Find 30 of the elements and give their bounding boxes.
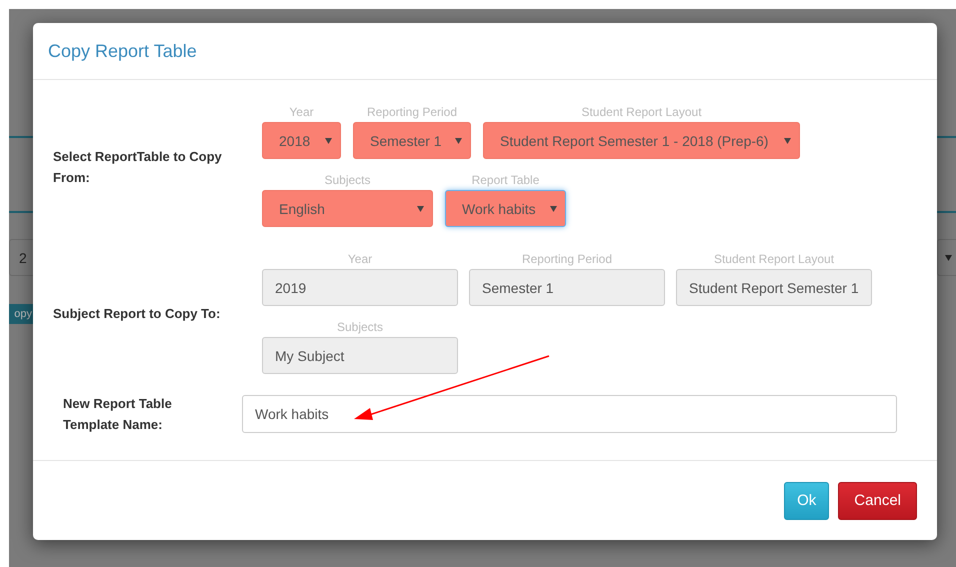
section-label: Select ReportTable to Copy From: [53,148,223,186]
caret-icon [417,206,424,212]
field-label: Student Report Layout [581,106,702,118]
readonly-field: My Subject [262,337,458,374]
dropdown[interactable]: Work habits [445,190,566,227]
field-label: New Report Table Template Name: [62,395,173,434]
readonly-field: Student Report Semester 1 [676,269,872,306]
name-input[interactable]: Work habits [242,395,897,433]
field-label: Subjects [336,321,384,333]
ok-button[interactable]: Ok [784,482,830,520]
caret-icon [455,138,462,144]
dropdown[interactable]: English [262,190,433,227]
field-label: Reporting Period [522,253,612,265]
dropdown[interactable]: Semester 1 [353,122,471,159]
field-label: Year [348,253,372,265]
dialog-title: Copy Report Table [48,40,197,62]
field-label: Student Report Layout [714,253,834,265]
readonly-field: 2019 [262,269,458,306]
field-label: Year [289,106,314,118]
field-label: Report Table [472,174,540,186]
cancel-button[interactable]: Cancel [838,482,917,520]
field-label: Reporting Period [366,106,458,118]
dropdown[interactable]: Student Report Semester 1 - 2018 (Prep-6) [483,122,800,159]
dropdown[interactable]: 2018 [262,122,341,159]
caret-icon [784,138,791,144]
caret-icon [550,206,557,212]
readonly-field: Semester 1 [469,269,665,306]
field-label: Subjects [324,174,371,186]
section-label: Subject Report to Copy To: [53,305,222,323]
caret-icon [325,138,332,144]
